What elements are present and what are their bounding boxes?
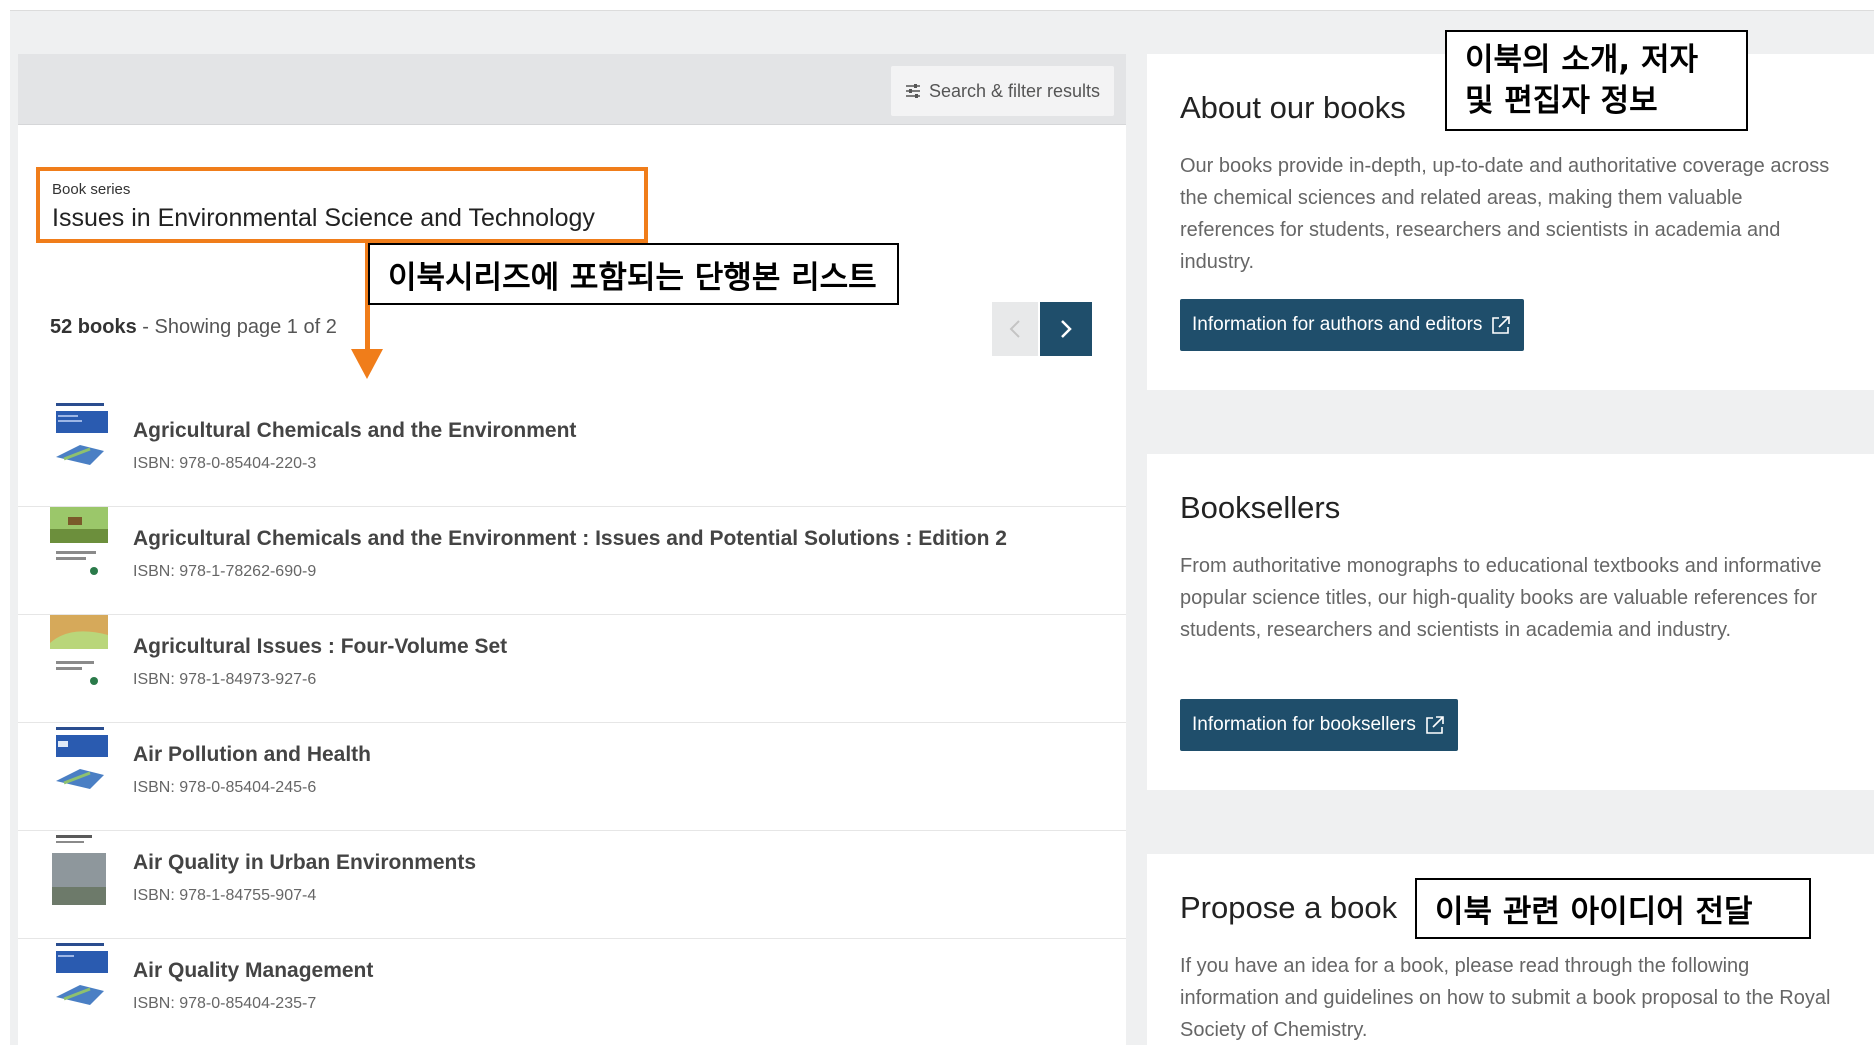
results-count: 52 books - Showing page 1 of 2 <box>50 316 337 339</box>
propose-book-title: Propose a book <box>1180 890 1398 925</box>
filter-bar: Search & filter results <box>18 54 1126 125</box>
propose-book-text: If you have an idea for a book, please r… <box>1180 955 1831 1041</box>
page-info: - Showing page 1 of 2 <box>136 316 337 338</box>
book-list: Agricultural Chemicals and the Environme… <box>18 399 1126 1045</box>
authors-editors-button[interactable]: Information for authors and editors <box>1180 299 1525 351</box>
annotation-book-list-text: 이북시리즈에 포함되는 단행본 리스트 <box>388 259 877 296</box>
search-filter-label: Search & filter results <box>928 80 1100 101</box>
book-cover-image[interactable] <box>50 399 108 475</box>
book-title-link[interactable]: Air Pollution and Health <box>133 743 371 767</box>
chevron-left-icon <box>1009 320 1020 338</box>
book-isbn: ISBN: 978-0-85404-235-7 <box>133 995 317 1012</box>
book-title-link[interactable]: Air Quality Management <box>133 959 373 983</box>
book-cover-image[interactable] <box>50 507 108 583</box>
book-title-link[interactable]: Agricultural Chemicals and the Environme… <box>133 419 576 443</box>
booksellers-title: Booksellers <box>1180 490 1341 525</box>
booksellers-button[interactable]: Information for booksellers <box>1180 699 1458 751</box>
book-isbn: ISBN: 978-1-78262-690-9 <box>133 563 317 580</box>
book-title-link[interactable]: Air Quality in Urban Environments <box>133 851 476 875</box>
previous-page-button[interactable] <box>992 302 1038 356</box>
annotation-about-line2: 및 편집자 정보 <box>1465 82 1658 119</box>
about-books-text: Our books provide in-depth, up-to-date a… <box>1180 155 1830 273</box>
annotation-arrow-head <box>351 349 383 379</box>
book-count: 52 books <box>50 316 137 338</box>
book-series-panel: Search & filter results Book series Issu… <box>18 54 1126 1045</box>
search-filter-button[interactable]: Search & filter results <box>890 66 1114 116</box>
book-cover-image[interactable] <box>50 723 108 799</box>
series-title: Issues in Environmental Science and Tech… <box>52 204 595 232</box>
book-isbn: ISBN: 978-1-84755-907-4 <box>133 887 317 904</box>
annotation-about: 이북의 소개, 저자 및 편집자 정보 <box>1445 30 1748 131</box>
book-isbn: ISBN: 978-1-84973-927-6 <box>133 671 317 688</box>
external-link-icon <box>1492 316 1511 334</box>
book-list-item[interactable]: Air Quality Management ISBN: 978-0-85404… <box>18 939 1126 1045</box>
authors-editors-button-label: Information for authors and editors <box>1192 314 1483 335</box>
external-link-icon <box>1426 716 1444 734</box>
booksellers-button-label: Information for booksellers <box>1192 714 1416 735</box>
book-cover-image[interactable] <box>50 831 108 907</box>
book-list-item[interactable]: Agricultural Chemicals and the Environme… <box>18 399 1126 507</box>
annotation-book-list: 이북시리즈에 포함되는 단행본 리스트 <box>368 243 899 305</box>
annotation-propose: 이북 관련 아이디어 전달 <box>1415 878 1811 939</box>
book-list-item[interactable]: Agricultural Chemicals and the Environme… <box>18 507 1126 615</box>
series-kicker: Book series <box>52 181 131 198</box>
book-isbn: ISBN: 978-0-85404-245-6 <box>133 779 317 796</box>
book-title-link[interactable]: Agricultural Chemicals and the Environme… <box>133 527 1007 551</box>
booksellers-card: Booksellers From authoritative monograph… <box>1147 454 1874 790</box>
chevron-right-icon <box>1061 320 1072 338</box>
annotation-propose-text: 이북 관련 아이디어 전달 <box>1435 894 1753 930</box>
book-list-item[interactable]: Air Pollution and Health ISBN: 978-0-854… <box>18 723 1126 831</box>
book-list-item[interactable]: Agricultural Issues : Four-Volume Set IS… <box>18 615 1126 723</box>
book-isbn: ISBN: 978-0-85404-220-3 <box>133 455 317 472</box>
book-cover-image[interactable] <box>50 939 108 1015</box>
about-books-title: About our books <box>1180 90 1406 125</box>
booksellers-text: From authoritative monographs to educati… <box>1180 555 1822 641</box>
next-page-button[interactable] <box>1040 302 1092 356</box>
annotation-about-line1: 이북의 소개, 저자 <box>1465 41 1699 78</box>
book-list-item[interactable]: Air Quality in Urban Environments ISBN: … <box>18 831 1126 939</box>
book-title-link[interactable]: Agricultural Issues : Four-Volume Set <box>133 635 507 659</box>
series-heading-highlight: Book series Issues in Environmental Scie… <box>36 167 648 243</box>
book-cover-image[interactable] <box>50 615 108 691</box>
filter-sliders-icon <box>905 84 920 98</box>
